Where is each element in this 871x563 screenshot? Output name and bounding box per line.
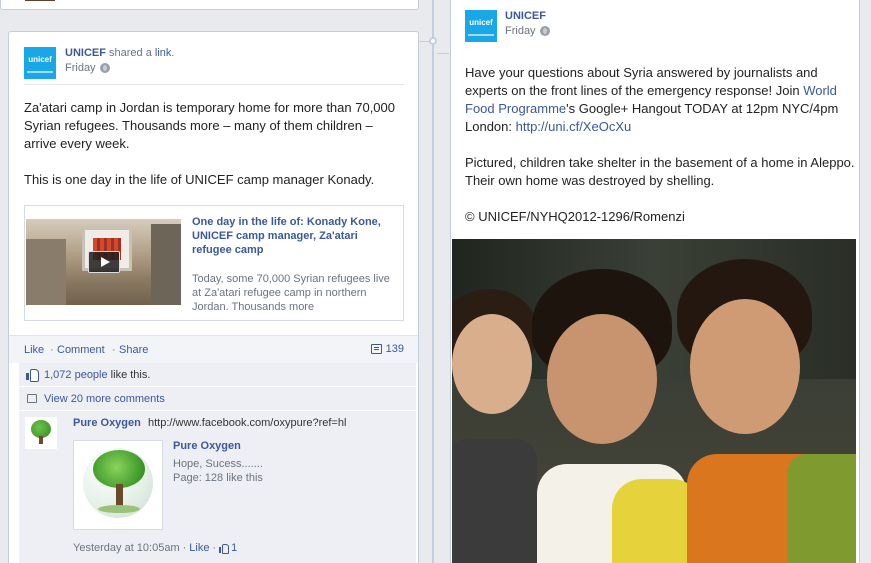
comment-link-preview-likes: Page: 128 like this [173,472,263,484]
comment-count-value: 139 [385,343,404,355]
unicef-avatar[interactable]: unicef [24,47,56,79]
play-icon[interactable] [88,251,120,273]
previous-post-thumbnail [25,0,55,1]
link-preview-description: Today, some 70,000 Syrian refugees live … [192,273,390,313]
share-button[interactable]: Share [119,344,148,356]
post-time-text: Friday [505,25,536,37]
post-text-paragraph-2: This is one day in the life of UNICEF ca… [24,172,375,187]
post-text-paragraph-2: Pictured, children take shelter in the b… [465,155,855,188]
action-separator: · [112,344,116,356]
post-body: Za'atari camp in Jordan is temporary hom… [24,99,404,189]
video-thumbnail[interactable] [26,219,181,305]
comment-like-button[interactable]: Like [189,542,209,554]
post-time-text: Friday [65,62,96,74]
shared-text: shared a [105,47,155,59]
post-timestamp[interactable]: Friday [505,25,550,37]
timeline-dot [429,37,437,45]
view-more-comments-row: View 20 more comments [19,387,416,411]
comment-link-preview-image[interactable] [73,440,163,530]
post-author[interactable]: UNICEF [65,47,106,59]
previous-post-card [0,0,419,10]
comment-separator: · [182,542,187,554]
post-card-left: unicef UNICEF shared a link. Friday Za'a… [8,31,419,563]
comment-link-preview-title[interactable]: Pure Oxygen [173,440,241,452]
likes-row: 1,072 people like this. [19,363,416,387]
avatar-logo-text: unicef [469,18,493,27]
post-body: Have your questions about Syria answered… [465,64,857,226]
likes-suffix: like this. [107,369,151,381]
like-button[interactable]: Like [24,344,44,356]
timeline-spine [432,0,434,563]
action-separator: · [50,344,54,356]
post-author-line: UNICEF shared a link. [65,47,174,59]
photo-credit: © UNICEF/NYHQ2012-1296/Romenzi [465,209,685,224]
post-text-segment: Have your questions about Syria answered… [465,65,818,98]
globe-icon [99,63,110,73]
timeline-connector-right [437,53,449,54]
comment-item: Pure Oxygen http://www.facebook.com/oxyp… [19,411,416,563]
avatar-logo-text: unicef [28,55,52,64]
post-card-right: unicef UNICEF Friday Have your questions… [450,0,860,563]
thumbs-up-icon [219,543,230,554]
thumbs-up-icon [26,369,39,382]
view-more-comments-link[interactable]: View 20 more comments [44,393,165,405]
globe-icon [539,26,550,36]
comment-button[interactable]: Comment [57,344,105,356]
comment-footer: Yesterday at 10:05am · Like · 1 [73,542,237,554]
shared-link[interactable]: link [155,47,172,59]
comment-timestamp[interactable]: Yesterday at 10:05am [73,542,180,554]
link-preview[interactable]: One day in the life of: Konady Kone, UNI… [24,205,404,321]
post-text-paragraph-1: Za'atari camp in Jordan is temporary hom… [24,100,395,151]
link-preview-title[interactable]: One day in the life of: Konady Kone, UNI… [192,215,397,257]
comment-count[interactable]: 139 [370,343,404,355]
likes-text: 1,072 people like this. [44,369,150,381]
hangout-url-link[interactable]: http://uni.cf/XeOcXu [516,119,632,134]
comment-icon [370,344,382,354]
comment-link-preview-description: Hope, Sucess....... [173,458,263,470]
unicef-avatar[interactable]: unicef [465,10,497,42]
commenter-avatar[interactable] [25,417,57,449]
comment-text[interactable]: http://www.facebook.com/oxypure?ref=hl [148,417,346,429]
comment-like-count[interactable]: 1 [231,542,237,554]
post-timestamp[interactable]: Friday [65,62,110,74]
likes-count-link[interactable]: 1,072 people [44,369,108,381]
post-author[interactable]: UNICEF [505,10,546,22]
comment-separator: · [212,542,217,554]
comment-bubble-icon [27,394,37,403]
post-actions-bar: Like · Comment · Share 139 [9,335,418,363]
post-photo[interactable] [452,239,856,563]
header-divider [24,84,404,85]
post-text-paragraph-1: Have your questions about Syria answered… [465,64,857,136]
shared-suffix: . [171,47,175,59]
comment-author[interactable]: Pure Oxygen [73,417,141,429]
